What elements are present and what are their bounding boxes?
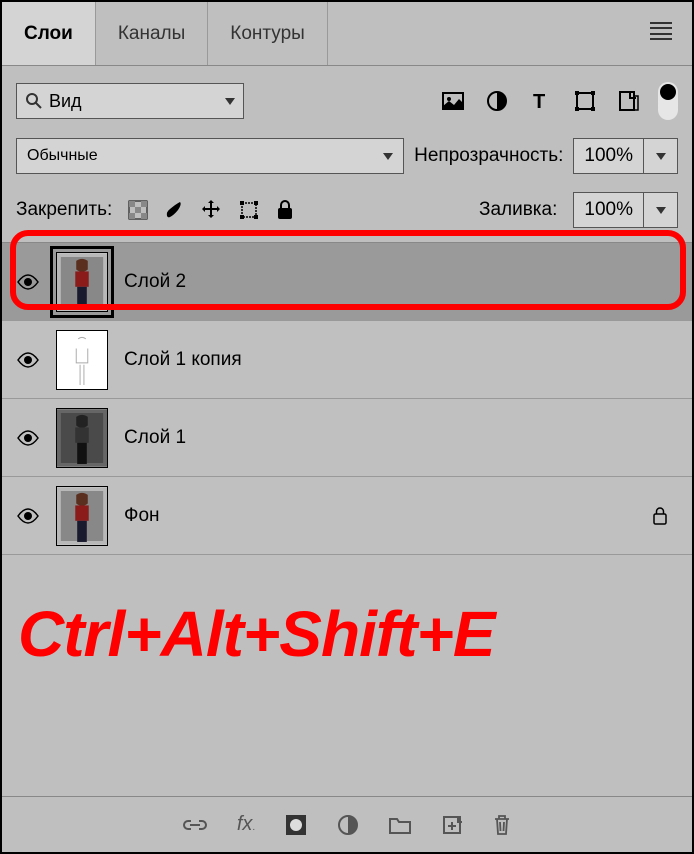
visibility-toggle[interactable] [16, 430, 40, 446]
chevron-down-icon [225, 98, 235, 105]
image-filter-icon[interactable] [442, 90, 464, 112]
lock-transparency-icon[interactable] [128, 200, 148, 220]
tab-channels[interactable]: Каналы [96, 2, 208, 65]
chevron-down-icon [656, 207, 666, 214]
layer-thumbnail[interactable] [56, 252, 108, 312]
layer-group-icon[interactable] [389, 815, 411, 835]
visibility-toggle[interactable] [16, 352, 40, 368]
tab-paths[interactable]: Контуры [208, 2, 328, 65]
panel-menu-button[interactable] [650, 22, 672, 40]
search-icon [25, 92, 43, 110]
layer-row[interactable]: Фон [2, 477, 692, 555]
panel-footer: fx. [2, 796, 692, 852]
panel-tabs: Слои Каналы Контуры [2, 2, 692, 66]
layers-list: Слой 2 Слой 1 копия Слой 1 Фон [2, 242, 692, 555]
eye-icon [17, 508, 39, 524]
visibility-toggle[interactable] [16, 508, 40, 524]
text-filter-icon[interactable]: T [530, 90, 552, 112]
lock-icon [652, 507, 668, 525]
layer-row[interactable]: Слой 1 [2, 399, 692, 477]
eye-icon [17, 274, 39, 290]
link-layers-icon[interactable] [183, 818, 207, 832]
hamburger-icon [650, 22, 672, 40]
chevron-down-icon [656, 153, 666, 160]
chevron-down-icon [383, 153, 393, 160]
layer-filter-select[interactable]: Вид [16, 83, 244, 119]
layer-name: Слой 1 копия [124, 349, 242, 371]
layer-thumbnail[interactable] [56, 486, 108, 546]
visibility-toggle[interactable] [16, 274, 40, 290]
layer-thumbnail[interactable] [56, 408, 108, 468]
blend-mode-value: Обычные [27, 147, 98, 165]
new-layer-icon[interactable] [441, 814, 463, 836]
layer-mask-icon[interactable] [285, 814, 307, 836]
lock-row: Закрепить: Заливка: 100% [2, 182, 692, 242]
annotation-shortcut: Ctrl+Alt+Shift+E [18, 597, 495, 671]
blend-mode-select[interactable]: Обычные [16, 138, 404, 174]
lock-indicator[interactable] [652, 507, 668, 525]
layer-name: Слой 2 [124, 271, 186, 293]
layer-name: Фон [124, 505, 160, 527]
lock-icons-group [128, 199, 294, 221]
filter-toggle[interactable] [658, 82, 678, 120]
layer-row[interactable]: Слой 1 копия [2, 321, 692, 399]
shape-filter-icon[interactable] [574, 90, 596, 112]
lock-paint-icon[interactable] [164, 200, 184, 220]
layer-row[interactable]: Слой 2 [2, 243, 692, 321]
opacity-label: Непрозрачность: [414, 145, 563, 167]
layer-name: Слой 1 [124, 427, 186, 449]
filter-icons: T [442, 90, 640, 112]
adjustment-filter-icon[interactable] [486, 90, 508, 112]
lock-artboard-icon[interactable] [238, 199, 260, 221]
fill-dropdown[interactable] [643, 193, 677, 227]
eye-icon [17, 352, 39, 368]
opacity-value: 100% [574, 145, 643, 167]
filter-row: Вид T [2, 66, 692, 130]
lock-label: Закрепить: [16, 199, 112, 221]
opacity-input[interactable]: 100% [573, 138, 678, 174]
fill-label: Заливка: [479, 199, 557, 221]
lock-position-icon[interactable] [200, 199, 222, 221]
opacity-dropdown[interactable] [643, 139, 677, 173]
layer-thumbnail[interactable] [56, 330, 108, 390]
blend-row: Обычные Непрозрачность: 100% [2, 130, 692, 182]
svg-text:T: T [533, 91, 545, 112]
filter-label: Вид [49, 91, 225, 112]
fill-input[interactable]: 100% [573, 192, 678, 228]
eye-icon [17, 430, 39, 446]
fill-value: 100% [574, 199, 643, 221]
lock-all-icon[interactable] [276, 200, 294, 220]
tab-layers[interactable]: Слои [2, 2, 96, 65]
delete-layer-icon[interactable] [493, 814, 511, 836]
smartobject-filter-icon[interactable] [618, 90, 640, 112]
adjustment-layer-icon[interactable] [337, 814, 359, 836]
layer-effects-icon[interactable]: fx. [237, 813, 255, 836]
